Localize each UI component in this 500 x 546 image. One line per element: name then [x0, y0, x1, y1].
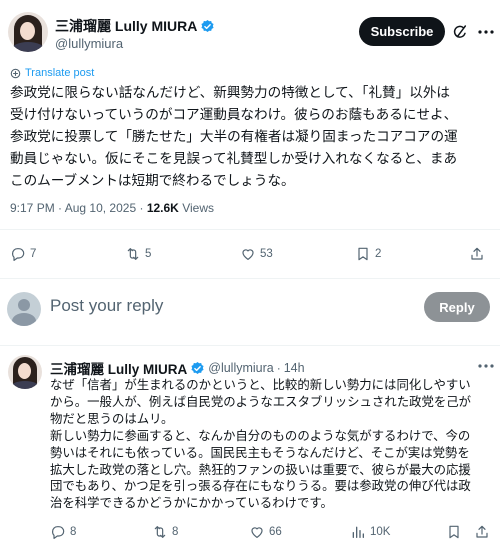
- reply-author-handle[interactable]: @lullymiura: [208, 361, 273, 375]
- reply-action[interactable]: 8: [50, 524, 76, 540]
- verified-badge-icon: [191, 361, 204, 374]
- reply-composer: Post your reply Reply: [0, 280, 500, 336]
- subscribe-button[interactable]: Subscribe: [359, 17, 445, 46]
- views-icon: [352, 526, 364, 538]
- post-date[interactable]: Aug 10, 2025: [65, 201, 136, 215]
- like-count: 53: [260, 248, 273, 260]
- reply-input[interactable]: Post your reply: [50, 296, 163, 316]
- reply-actions: 8 8 66 10K: [0, 518, 500, 546]
- reply-text-line: 新しい勢力に参画すると、なんか自分のもののような気がするわけで、今の: [50, 428, 471, 443]
- reply-text-line: 団でもあり、かつ足を引っ張る存在にもなりうる。要は参政党の伸び代は政: [50, 479, 471, 494]
- post-actions: 7 5 53 2: [0, 240, 500, 270]
- post-text: 参政党に限らない話なんだけど、新興勢力の特徴として、「礼賛」以外は 受け付けない…: [10, 82, 494, 192]
- reply-icon: [52, 526, 65, 539]
- repost-count: 5: [145, 248, 152, 260]
- bookmark-icon: [358, 247, 368, 261]
- like-count: 66: [269, 526, 282, 538]
- reply-count: 7: [30, 248, 37, 260]
- reply-text-line: 物だと思うのはムリ。: [50, 411, 174, 426]
- translate-post-link[interactable]: Translate post: [10, 67, 94, 79]
- divider: [0, 278, 500, 279]
- translate-label[interactable]: Translate post: [25, 67, 94, 79]
- reply-text: なぜ「信者」が生まれるのかというと、比較的新しい勢力には同化しやすい から。一般…: [50, 377, 492, 512]
- post-text-line: 受け付けないっていうのがコア運動員なわけ。彼らのお蔭もあるにせよ、: [10, 107, 458, 122]
- share-icon[interactable]: [474, 524, 490, 540]
- views-count: 12.6K: [146, 201, 179, 215]
- post-text-line: 動員じゃない。仮にそこを見誤って礼賛型しか受け入れなくなると、まあ: [10, 151, 458, 166]
- views-action[interactable]: 10K: [350, 524, 390, 540]
- post-header: 三浦瑠麗 Lully MIURA @lullymiura Subscribe: [0, 0, 500, 60]
- reply-button[interactable]: Reply: [424, 292, 490, 322]
- share-icon: [471, 247, 483, 260]
- like-icon: [242, 249, 254, 260]
- post-text-line: このムーブメントは短期で終わるでしょうな。: [10, 173, 295, 188]
- reply-action[interactable]: 7: [10, 246, 36, 262]
- repost-action[interactable]: 8: [152, 524, 178, 540]
- bookmark-action[interactable]: 2: [355, 246, 381, 262]
- reply-icon: [12, 248, 25, 261]
- share-action[interactable]: [469, 246, 485, 262]
- reply-time[interactable]: 14h: [284, 361, 305, 375]
- bookmark-count: 2: [375, 248, 382, 260]
- grok-icon[interactable]: [452, 24, 468, 40]
- reply-author-avatar[interactable]: [8, 355, 42, 389]
- divider: [0, 345, 500, 346]
- reply-text-line: なぜ「信者」が生まれるのかというと、比較的新しい勢力には同化しやすい: [50, 378, 471, 392]
- reply-text-line: 治を科学できるかどうかにかかっているわけです。: [50, 496, 333, 511]
- views-count: 10K: [370, 526, 391, 538]
- more-icon[interactable]: [478, 364, 494, 368]
- like-action[interactable]: 66: [249, 524, 282, 540]
- repost-action[interactable]: 5: [125, 246, 151, 262]
- current-user-avatar: [7, 292, 41, 326]
- author-avatar[interactable]: [8, 12, 48, 52]
- bookmark-icon[interactable]: [446, 524, 462, 540]
- verified-badge-icon: [201, 19, 214, 32]
- repost-icon: [127, 248, 139, 260]
- reply-text-line: 拡大した政党の落とし穴。熱狂的ファンの扱いは重要で、彼らが最大の応援: [50, 462, 471, 477]
- post-meta: 9:17 PM · Aug 10, 2025 · 12.6K Views: [10, 201, 214, 215]
- post-time[interactable]: 9:17 PM: [10, 201, 55, 215]
- reply-header: 三浦瑠麗 Lully MIURA @lullymiura · 14h: [50, 358, 305, 378]
- author-display-name[interactable]: 三浦瑠麗 Lully MIURA: [55, 16, 197, 36]
- repost-icon: [154, 526, 166, 538]
- divider: [0, 229, 500, 230]
- reply-text-line: から。一般人が、例えば自民党のようなエスタブリッシュされた政党を己が: [50, 394, 472, 409]
- translate-icon: [10, 68, 21, 78]
- reply-author-display-name[interactable]: 三浦瑠麗 Lully MIURA: [50, 358, 187, 378]
- author-name-row[interactable]: 三浦瑠麗 Lully MIURA: [55, 16, 215, 36]
- views-label: Views: [182, 201, 214, 215]
- like-action[interactable]: 53: [240, 246, 273, 262]
- more-icon[interactable]: [478, 30, 494, 34]
- reply-count: 8: [70, 526, 77, 538]
- post-text-line: 参政党に限らない話なんだけど、新興勢力の特徴として、「礼賛」以外は: [10, 85, 451, 100]
- author-handle[interactable]: @lullymiura: [55, 36, 123, 51]
- reply-text-line: 勢いはそれにも依っている。国民民主もそうなんだけど、そこが実は党勢を: [50, 445, 470, 460]
- post-text-line: 参政党に投票して「勝たせた」大半の有権者は凝り固まったコアコアの運: [10, 129, 458, 144]
- repost-count: 8: [172, 526, 179, 538]
- like-icon: [251, 527, 263, 538]
